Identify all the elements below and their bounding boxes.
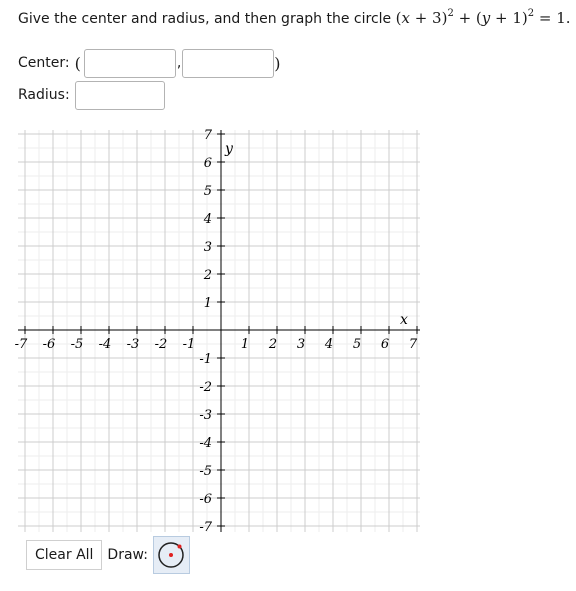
y-tick-label: 1 [204,296,212,311]
x-tick-label: 7 [409,337,418,352]
x-tick-label: 2 [268,337,277,352]
circle-tool-button[interactable] [152,536,190,574]
draw-label: Draw: [107,547,148,563]
graph-area[interactable]: -7 -6 -5 -4 -3 -2 -1 1 2 3 4 5 6 7 7654321-1-2-3-4-5-… [0,0,576,536]
y-tick-label: 4 [203,212,212,227]
y-tick-label: -7 [199,520,212,535]
y-tick-label: 6 [204,156,212,171]
circle-tool-icon [158,542,185,568]
y-tick-label: 7 [204,128,213,143]
graph-toolbar: Clear All Draw: [26,536,190,574]
x-tick-label: 3 [297,337,305,352]
y-axis-label: y [224,141,234,157]
x-tick-label: 1 [241,337,249,352]
x-tick-label: -4 [99,337,112,352]
x-axis-label: x [400,312,408,328]
x-tick-label: 6 [381,337,389,352]
y-tick-label: 3 [204,240,212,255]
y-tick-label: -5 [199,464,212,479]
clear-all-button[interactable]: Clear All [26,540,103,570]
x-tick-label: -1 [183,337,196,352]
x-tick-label: -5 [71,337,84,352]
x-tick-label: -3 [127,337,140,352]
x-tick-label: 5 [353,337,361,352]
y-tick-label: 2 [203,268,212,283]
y-tick-label: -3 [199,408,212,423]
y-tick-label: -2 [199,380,212,395]
y-tick-label: 5 [204,184,212,199]
x-tick-label: -6 [43,337,56,352]
x-tick-label: 4 [324,337,333,352]
x-tick-label: -7 [15,337,28,352]
y-tick-labels: 7 6 5 4 3 2 1 -1 -2 -3 -4 -5 -6 -7 [199,128,212,535]
y-tick-label: -1 [199,352,212,367]
y-tick-label: -6 [199,492,212,507]
y-tick-label: -4 [199,436,212,451]
x-tick-label: -2 [155,337,168,352]
